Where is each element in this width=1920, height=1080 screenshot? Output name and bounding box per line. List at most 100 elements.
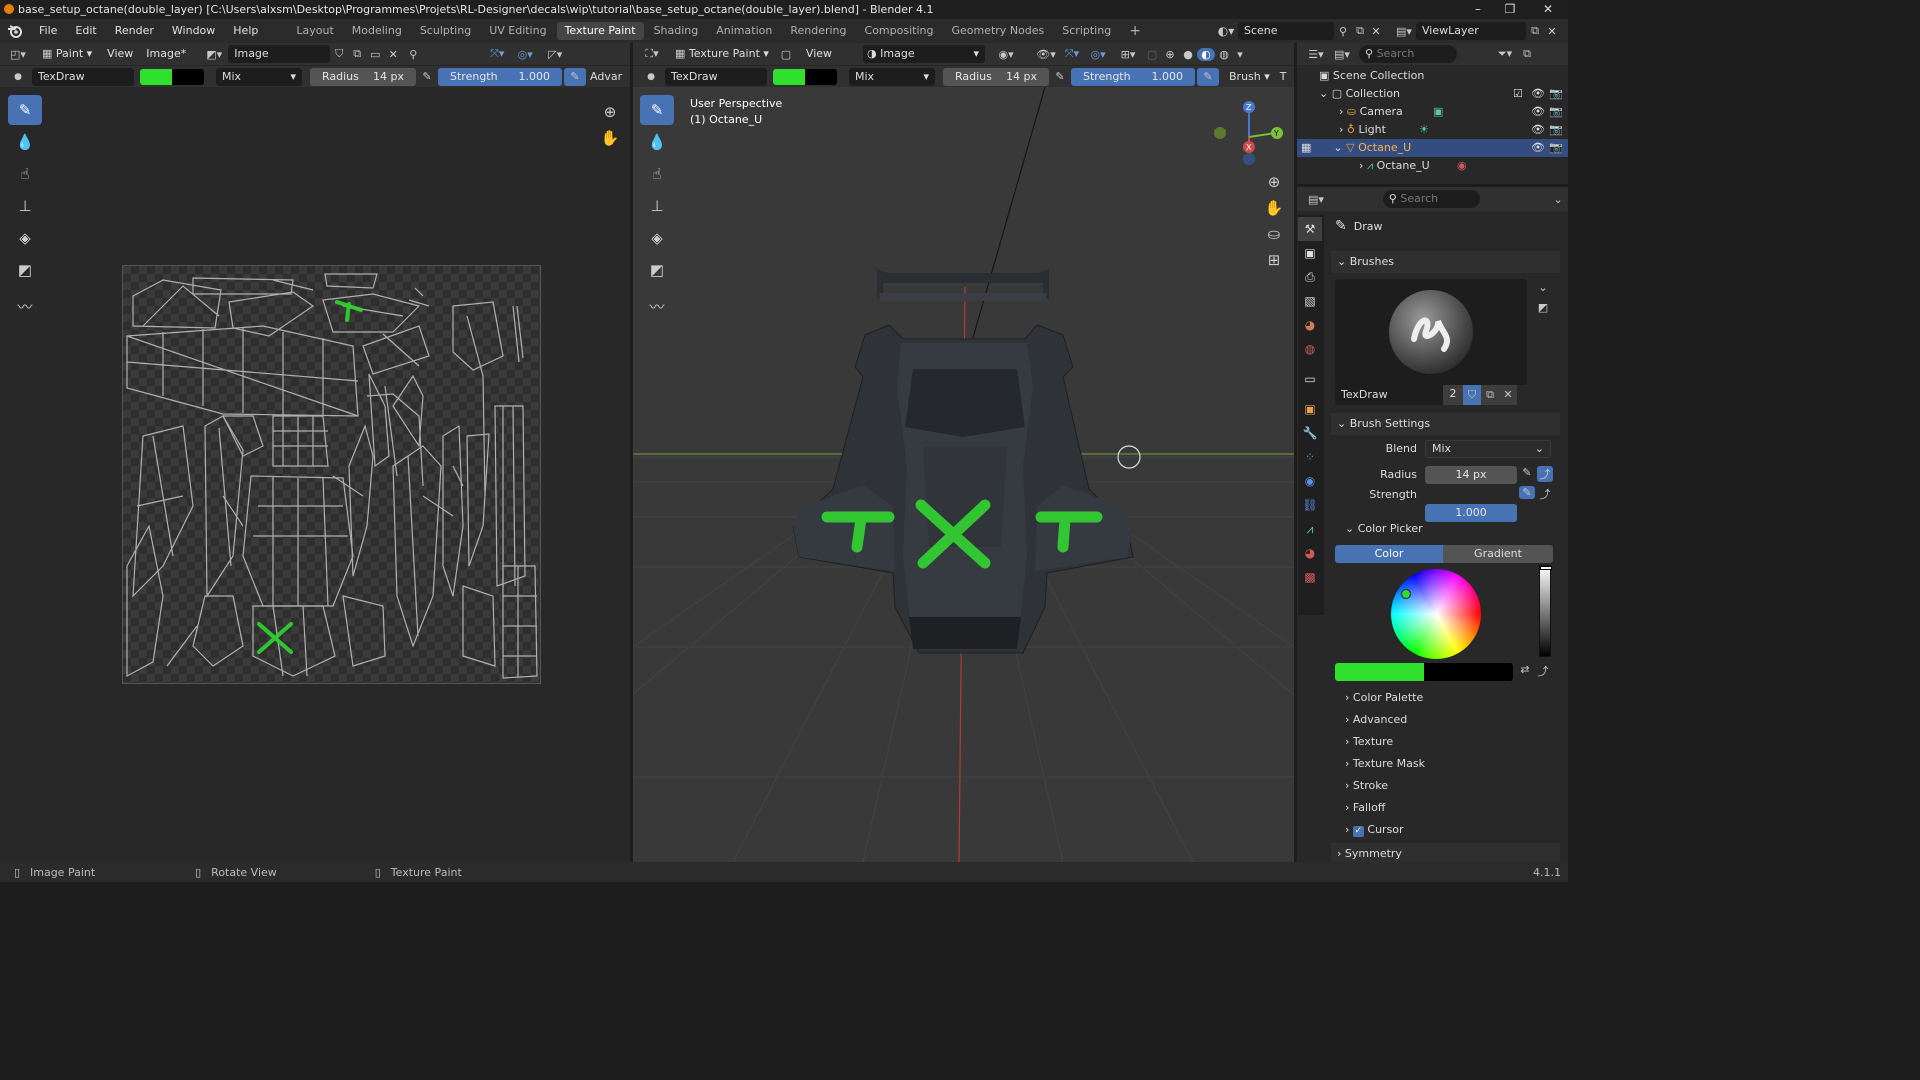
unlink-image-icon[interactable]: ✕: [384, 48, 402, 61]
texture-paint-mode-dropdown[interactable]: ▦ Texture Paint ▾: [669, 45, 775, 63]
brush-preview[interactable]: [1335, 279, 1527, 385]
vp-clone-tool-icon[interactable]: ⊥: [640, 191, 674, 221]
viewport-view-menu[interactable]: View: [797, 43, 841, 65]
material-shading-icon[interactable]: ◐: [1197, 47, 1216, 61]
image-browse-icon[interactable]: ◩▾: [200, 48, 228, 61]
scene-selector[interactable]: ◐▾ Scene ⚲ ⧉ ✕: [1214, 22, 1384, 40]
tab-texture-paint[interactable]: Texture Paint: [556, 22, 644, 40]
vp-fill-tool-icon[interactable]: ◈: [640, 223, 674, 253]
fill-tool-icon[interactable]: ◈: [8, 223, 42, 253]
pan-hand-icon[interactable]: ✋: [598, 125, 622, 151]
tab-modeling[interactable]: Modeling: [344, 22, 410, 40]
ortho-toggle-icon[interactable]: ⊞: [1262, 247, 1286, 273]
color-picker-subpanel[interactable]: ⌄ Color Picker: [1345, 518, 1423, 540]
strength-unit-icon[interactable]: ⤴: [1537, 486, 1553, 502]
display-channels-icon[interactable]: ◸▾: [540, 48, 570, 61]
scene-tab-icon[interactable]: ◕: [1298, 313, 1322, 337]
camera-view-icon[interactable]: ⛀: [1262, 221, 1286, 247]
editor-type-icon[interactable]: ◰▾: [6, 48, 30, 61]
vp-mask-tool-icon[interactable]: ◩: [640, 255, 674, 285]
texture-subpanel[interactable]: › Texture: [1345, 731, 1393, 753]
render-tab-icon[interactable]: ▣: [1298, 241, 1322, 265]
draw-tool-icon[interactable]: ✎: [8, 95, 42, 125]
blender-menu-icon[interactable]: [0, 19, 30, 43]
uv-image-canvas[interactable]: [122, 265, 541, 684]
physics-tab-icon[interactable]: ◉: [1298, 469, 1322, 493]
outliner-editor-type-icon[interactable]: ☰▾: [1303, 48, 1329, 61]
color-wheel-cursor[interactable]: [1401, 589, 1411, 599]
properties-editor-type-icon[interactable]: ▤▾: [1303, 193, 1329, 206]
new-view-layer-icon[interactable]: ⧉: [1526, 24, 1544, 38]
delete-view-layer-icon[interactable]: ✕: [1544, 25, 1560, 38]
brush-fake-user-icon[interactable]: ⛉: [1463, 385, 1481, 405]
vp-texture-menu-truncated[interactable]: T: [1280, 70, 1287, 83]
image-name-field[interactable]: Image: [228, 45, 331, 63]
vp-radius-pressure-icon[interactable]: ✎: [1049, 70, 1071, 83]
octane-render-icon[interactable]: 📷: [1549, 139, 1563, 157]
tab-scripting[interactable]: Scripting: [1054, 22, 1119, 40]
view-layer-tab-icon[interactable]: ▧: [1298, 289, 1322, 313]
light-eye-icon[interactable]: 👁: [1531, 121, 1545, 139]
snap-icon[interactable]: ⤧▾: [484, 47, 510, 61]
strength-field[interactable]: Strength 1.000: [438, 67, 562, 86]
open-image-icon[interactable]: ▭: [366, 48, 384, 61]
viewport-editor-type-icon[interactable]: ⛶▾: [639, 47, 665, 61]
particles-tab-icon[interactable]: ⁘: [1298, 445, 1322, 469]
radius-prop-pressure-icon[interactable]: ✎: [1519, 466, 1535, 479]
gizmo-toggle-icon[interactable]: ⤧▾: [1061, 47, 1083, 61]
gradient-tab[interactable]: Gradient: [1443, 545, 1553, 563]
tab-compositing[interactable]: Compositing: [857, 22, 942, 40]
object-tab-icon[interactable]: ▣: [1298, 397, 1322, 421]
clone-tool-icon[interactable]: ⊥: [8, 191, 42, 221]
value-slider[interactable]: [1539, 565, 1552, 657]
strength-pressure-icon[interactable]: ✎: [564, 67, 586, 86]
falloff-subpanel[interactable]: › Falloff: [1345, 797, 1385, 819]
data-tab-icon[interactable]: ⩘: [1298, 517, 1322, 541]
outliner-item-octane-mesh[interactable]: › ⩘ Octane_U ◉: [1301, 157, 1563, 175]
brush-image-icon[interactable]: ◩: [1535, 301, 1551, 314]
collection-eye-icon[interactable]: 👁: [1531, 85, 1545, 103]
rendered-shading-icon[interactable]: ◍: [1215, 48, 1233, 61]
color-swatches-bar[interactable]: [1335, 663, 1513, 681]
smear-tool-icon[interactable]: ☝: [8, 159, 42, 189]
color-wheel[interactable]: [1391, 569, 1481, 659]
output-tab-icon[interactable]: ⎙: [1298, 265, 1322, 289]
display-mode-icon[interactable]: ▤▾: [1329, 48, 1355, 61]
vp-primary-color-swatch[interactable]: [773, 68, 805, 85]
brush-settings-panel-header[interactable]: ⌄ Brush Settings: [1331, 413, 1560, 435]
vp-radius-field[interactable]: Radius 14 px: [943, 67, 1049, 86]
pin-image-icon[interactable]: ⚲: [402, 48, 424, 61]
brush-specials-icon[interactable]: ⌄: [1535, 281, 1551, 294]
scene-name-field[interactable]: Scene: [1238, 22, 1334, 40]
vp-draw-tool-icon[interactable]: ✎: [640, 95, 674, 125]
menu-file[interactable]: File: [30, 19, 66, 43]
collection-camera-icon[interactable]: 📷: [1549, 85, 1563, 103]
cursor-checkbox[interactable]: ✓: [1352, 826, 1364, 837]
blend-prop-dropdown[interactable]: Mix ⌄: [1425, 440, 1551, 458]
vp-strength-pressure-icon[interactable]: ✎: [1197, 67, 1219, 86]
texture-tab-icon[interactable]: ▩: [1298, 565, 1322, 589]
navigation-gizmo[interactable]: Z Y X: [1209, 97, 1289, 167]
delete-scene-icon[interactable]: ✕: [1368, 25, 1384, 38]
xray-icon[interactable]: ⊞▾: [1113, 48, 1143, 61]
stroke-subpanel[interactable]: › Stroke: [1345, 775, 1388, 797]
add-workspace-icon[interactable]: +: [1121, 22, 1149, 40]
blend-dropdown[interactable]: Mix ▾: [216, 67, 302, 86]
modifier-tab-icon[interactable]: 🔧: [1298, 421, 1322, 445]
color-palette-subpanel[interactable]: › Color Palette: [1345, 687, 1423, 709]
new-image-icon[interactable]: ⧉: [348, 47, 366, 61]
tab-layout[interactable]: Layout: [288, 22, 341, 40]
zoom-icon[interactable]: ⊕: [598, 99, 622, 125]
properties-options-icon[interactable]: ⌄: [1548, 193, 1568, 206]
advanced-menu[interactable]: Advar: [590, 70, 622, 83]
brushes-panel-header[interactable]: ⌄ Brushes: [1331, 251, 1560, 273]
shading-options-icon[interactable]: ▾: [1233, 48, 1247, 61]
collection-tab-icon[interactable]: ▭: [1298, 367, 1322, 391]
maximize-button[interactable]: ❐: [1492, 0, 1528, 19]
paint-mask-icon[interactable]: ▢: [775, 48, 797, 61]
vp-brush-menu[interactable]: Brush ▾: [1223, 68, 1276, 86]
color-tab[interactable]: Color: [1335, 545, 1443, 563]
secondary-color-swatch[interactable]: [172, 68, 204, 85]
strength-prop-field[interactable]: 1.000: [1425, 504, 1517, 522]
soften-tool-icon[interactable]: 💧: [8, 127, 42, 157]
